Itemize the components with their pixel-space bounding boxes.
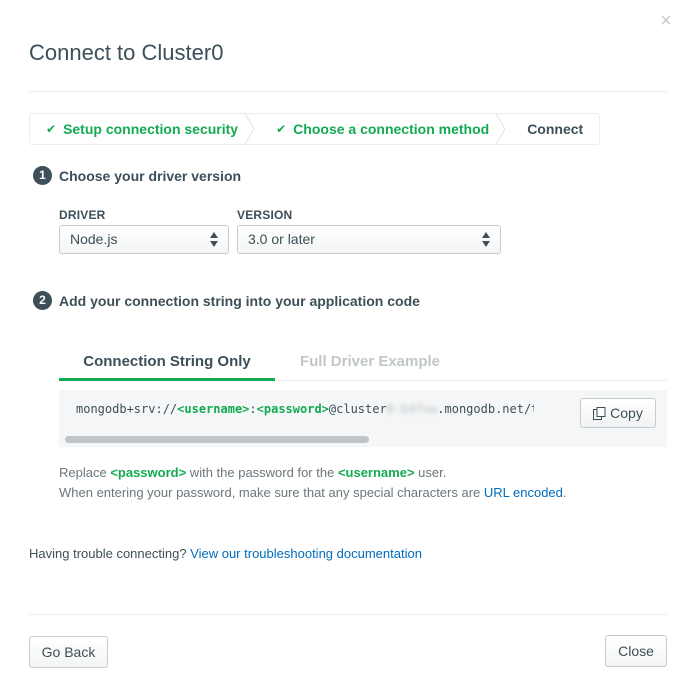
step-2-heading: 2 Add your connection string into your a… [33, 291, 420, 310]
version-label: VERSION [237, 208, 293, 222]
note-text: When entering your password, make sure t… [59, 485, 484, 500]
cs-at-cluster: @cluster [328, 402, 387, 416]
cs-redacted: 0-b4fvw [386, 402, 438, 416]
version-select[interactable]: 3.0 or later [237, 225, 501, 254]
select-arrows-icon [482, 232, 490, 247]
tab-full-driver-example[interactable]: Full Driver Example [275, 345, 465, 381]
cs-password-placeholder: <password> [256, 402, 329, 416]
note-text: with the password for the [186, 465, 338, 480]
close-icon[interactable]: × [655, 10, 677, 32]
cs-colon: : [249, 402, 257, 416]
driver-label: DRIVER [59, 208, 106, 222]
breadcrumb-step-security[interactable]: ✔ Setup connection security [30, 113, 255, 145]
copy-button[interactable]: Copy [580, 398, 656, 428]
chevron-separator [495, 113, 506, 145]
connection-string: mongodb+srv://<username>:<password>@clus… [76, 402, 534, 416]
breadcrumb-step-method[interactable]: ✔ Choose a connection method [260, 113, 506, 145]
encoding-note: When entering your password, make sure t… [59, 485, 567, 500]
troubleshooting-text: Having trouble connecting? View our trou… [29, 546, 422, 561]
url-encoded-link[interactable]: URL encoded [484, 485, 563, 500]
step-title: Choose your driver version [59, 167, 242, 184]
divider [29, 614, 667, 615]
modal-title: Connect to Cluster0 [29, 40, 224, 65]
connection-string-box[interactable]: mongodb+srv://<username>:<password>@clus… [59, 390, 534, 447]
select-arrows-icon [210, 232, 218, 247]
cs-suffix: .mongodb.net/t [437, 402, 534, 416]
note-password-placeholder: <password> [110, 465, 187, 480]
breadcrumb-step-connect: Connect [511, 114, 599, 144]
breadcrumb-label: Choose a connection method [293, 121, 490, 137]
breadcrumb: ✔ Setup connection security ✔ Choose a c… [29, 113, 601, 145]
copy-icon [593, 406, 606, 420]
cs-prefix: mongodb+srv:// [76, 402, 178, 416]
note-text: user. [414, 465, 447, 480]
go-back-button[interactable]: Go Back [29, 636, 108, 668]
trouble-label: Having trouble connecting? [29, 546, 191, 561]
check-icon: ✔ [46, 122, 57, 136]
replace-note: Replace <password> with the password for… [59, 465, 446, 480]
cs-username-placeholder: <username> [177, 402, 250, 416]
step-number-badge: 1 [33, 166, 52, 185]
driver-select-value: Node.js [70, 231, 118, 247]
note-username-placeholder: <username> [337, 465, 415, 480]
check-icon: ✔ [276, 122, 287, 136]
tab-connection-string-only[interactable]: Connection String Only [59, 345, 275, 381]
driver-select[interactable]: Node.js [59, 225, 229, 254]
step-title: Add your connection string into your app… [59, 292, 420, 309]
step-1-heading: 1 Choose your driver version [33, 166, 241, 185]
divider [29, 91, 667, 92]
troubleshooting-link[interactable]: View our troubleshooting documentation [190, 546, 422, 561]
breadcrumb-label: Setup connection security [63, 121, 239, 137]
version-select-value: 3.0 or later [248, 231, 315, 247]
breadcrumb-label: Connect [527, 121, 584, 137]
horizontal-scrollbar[interactable] [65, 436, 369, 443]
connection-tabs: Connection String Only Full Driver Examp… [59, 345, 667, 381]
step-number-badge: 2 [33, 291, 52, 310]
chevron-separator [244, 113, 255, 145]
note-text: . [562, 485, 567, 500]
copy-label: Copy [610, 405, 643, 421]
close-button[interactable]: Close [605, 635, 667, 667]
note-text: Replace [59, 465, 111, 480]
